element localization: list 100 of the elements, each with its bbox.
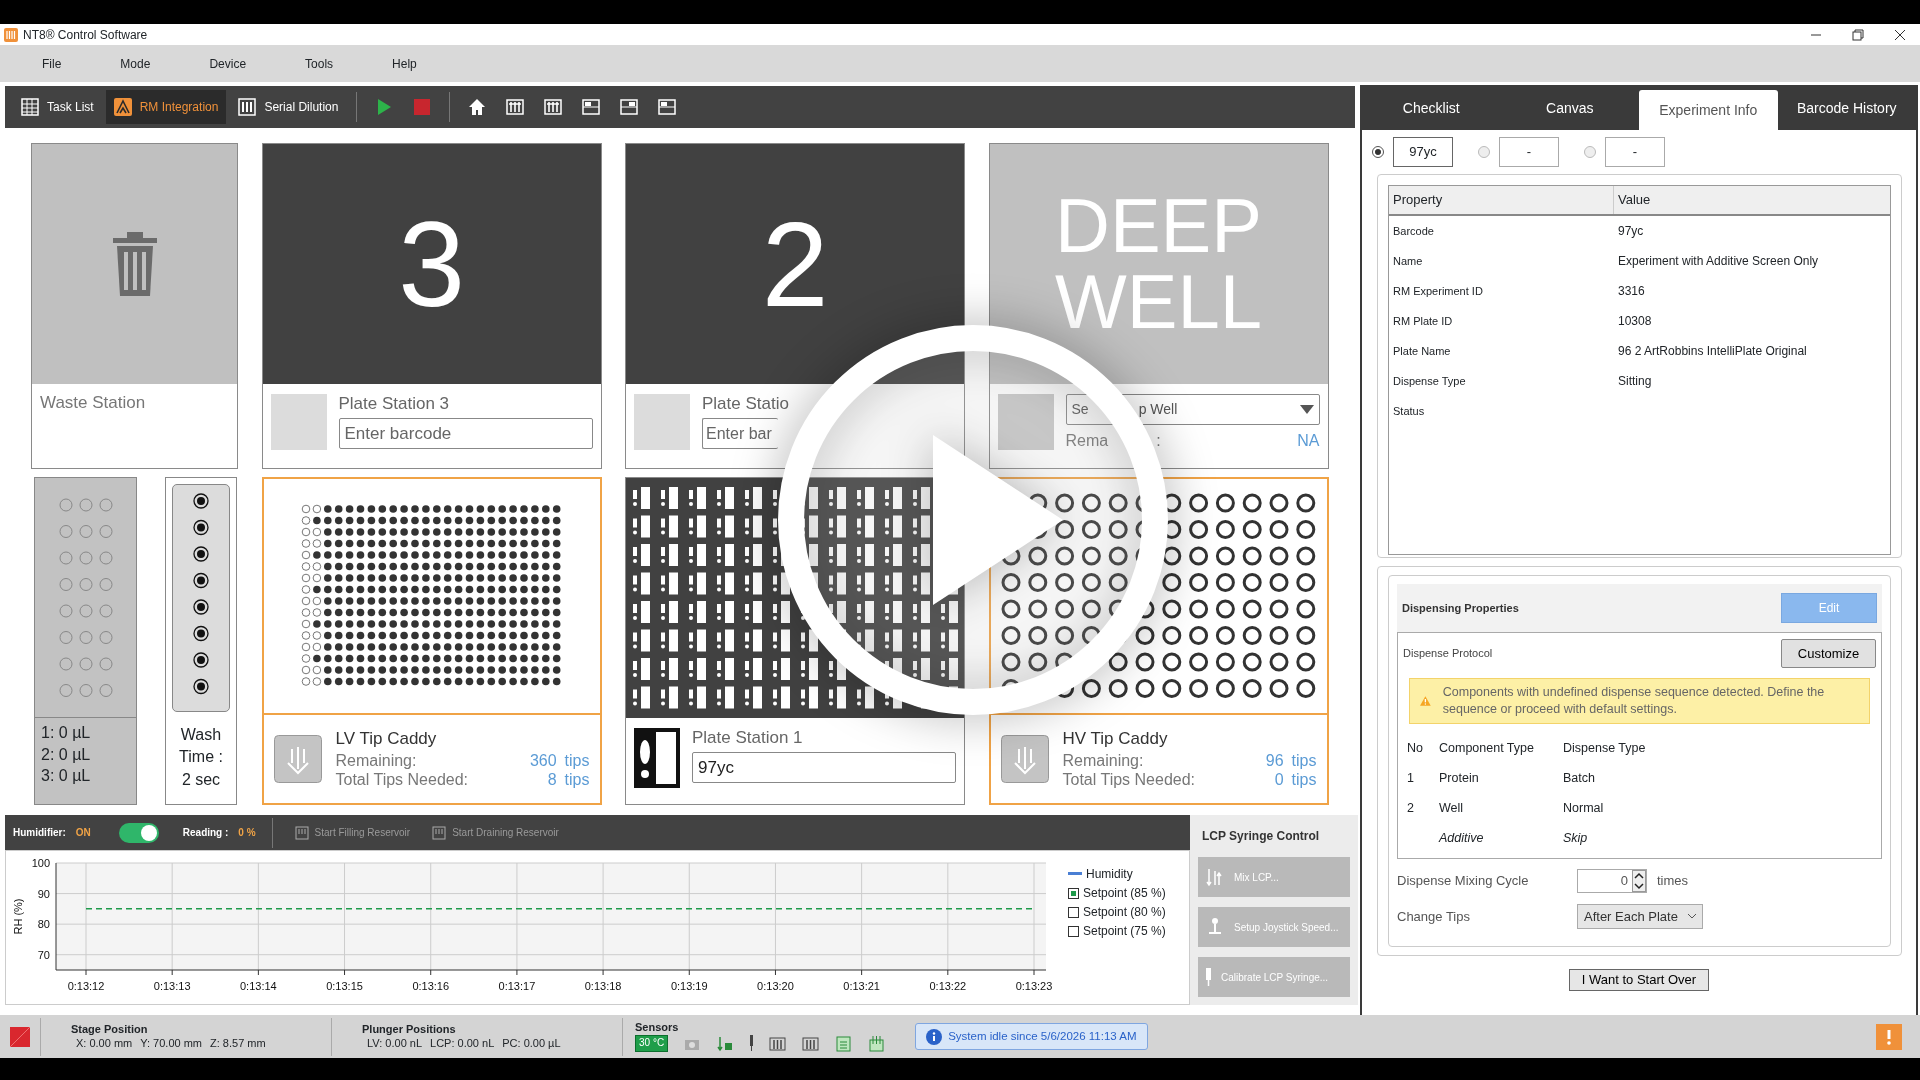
table-cell-text: Experiment with Additive Screen Only (1617, 253, 1820, 270)
status-group-title: Stage Position (71, 1022, 149, 1037)
x-tick-label: 0:13:17 (498, 980, 536, 992)
rack-icon[interactable] (544, 98, 563, 116)
syringe-arrows-icon (1206, 867, 1224, 887)
tab[interactable]: Checklist (1362, 87, 1501, 130)
section-title: Dispensing Properties (1402, 600, 1519, 616)
plate-icon[interactable] (582, 98, 601, 116)
remaining-label: : (1156, 431, 1161, 451)
humidifier-toggle[interactable] (118, 822, 159, 843)
plate-type-select[interactable]: Se p Well (1065, 394, 1320, 425)
status-group-title: Sensors (635, 1021, 680, 1035)
x-tick-label: 0:13:19 (670, 980, 708, 992)
menu-item[interactable]: Mode (108, 54, 176, 73)
x-tick-label: 0:13:12 (67, 980, 105, 992)
syringe-icon (750, 1035, 754, 1052)
app-icon (4, 27, 18, 42)
position-value: LCP: 0.00 nL (430, 1036, 495, 1051)
table-cell-text: Well (1439, 800, 1465, 818)
position-value: Y: 70.00 mm (140, 1036, 202, 1051)
spin-arrows-icon[interactable] (1632, 869, 1646, 892)
column-header: Property (1389, 186, 1614, 214)
home-icon[interactable] (468, 98, 487, 116)
y-tick-label: 70 (37, 948, 50, 961)
caddy-title: LV Tip Caddy (335, 728, 438, 749)
toolbar-tab[interactable]: RM Integration (105, 90, 227, 124)
table-cell-text: RM Experiment ID (1392, 283, 1484, 299)
status-group-title: Plunger Positions (362, 1022, 457, 1037)
syringe-icon (1206, 968, 1211, 986)
plate-barcode-field[interactable]: - (1499, 137, 1559, 167)
tips-count: 96 (1264, 751, 1284, 771)
menu-item[interactable]: Help (380, 54, 442, 73)
table-cell-text: Protein (1439, 770, 1480, 788)
station-number: 2 (761, 204, 829, 324)
humidifier-state: ON (75, 826, 91, 840)
table-cell-text: Barcode (1392, 223, 1435, 239)
table-cell-text: Status (1392, 403, 1426, 419)
table-cell-text: Name (1392, 253, 1424, 269)
menu-item[interactable]: File (30, 54, 87, 73)
triangle-logo-icon (113, 98, 132, 116)
legend-checkbox[interactable] (1068, 925, 1079, 937)
tab[interactable]: Canvas (1500, 87, 1639, 130)
y-tick-label: 90 (37, 887, 50, 900)
tab[interactable]: Barcode History (1777, 87, 1916, 130)
plate-barcode-field[interactable]: - (1605, 137, 1665, 167)
caddy-title: HV Tip Caddy (1062, 728, 1169, 749)
warning-text: Components with undefined dispense sequence detected. Define the sequence or proceed with default settings. (1442, 684, 1826, 718)
tip-eject-icon[interactable] (273, 735, 322, 783)
reservoir-reading: 1: 0 µL (41, 723, 92, 743)
x-tick-label: 0:13:18 (584, 980, 622, 992)
start-over-button[interactable]: I Want to Start Over (1568, 969, 1710, 991)
field-label: Change Tips (1397, 908, 1471, 926)
station-number: 3 (398, 204, 465, 324)
legend-checkbox[interactable] (1068, 906, 1079, 918)
customize-button[interactable]: Customize (1781, 639, 1876, 668)
table-cell-text: 97yc (1617, 223, 1645, 240)
menu-item[interactable]: Device (197, 54, 272, 73)
y-axis-label: RH (%) (12, 898, 24, 935)
table-cell-text: Dispense Type (1392, 373, 1467, 389)
position-value: Z: 8.57 mm (210, 1036, 266, 1051)
clipboard-icon (835, 1034, 853, 1052)
tray-icon (432, 825, 447, 840)
tip-rack-icon (868, 1034, 886, 1052)
tab[interactable]: Experiment Info (1639, 90, 1778, 130)
grid-icon (21, 98, 39, 116)
barcode-field[interactable]: 97yc (692, 752, 956, 784)
station-label: Waste Station (39, 392, 147, 414)
table-cell-text: Plate Name (1392, 343, 1452, 359)
barcode-field[interactable]: Enter bar (702, 418, 778, 450)
rack-icon[interactable] (506, 98, 525, 116)
change-tips-select[interactable]: After Each Plate (1577, 904, 1703, 930)
close-icon[interactable] (1894, 28, 1906, 41)
plate-radio[interactable] (1372, 146, 1384, 158)
plate-barcode-field[interactable]: 97yc (1393, 137, 1453, 167)
tip-eject-icon[interactable] (1000, 735, 1049, 783)
station-heading: DEEP WELL (1055, 188, 1262, 340)
rack-icon (769, 1034, 787, 1052)
plate-radio[interactable] (1584, 146, 1596, 158)
restore-icon[interactable] (1852, 28, 1864, 41)
plate-thumbnail (997, 394, 1054, 450)
legend-checkbox[interactable] (1068, 887, 1079, 899)
tips-count: 8 (546, 770, 557, 790)
barcode-field[interactable]: Enter barcode (338, 418, 593, 450)
reservoir-reading: 3: 0 µL (41, 766, 92, 787)
plate-radio[interactable] (1478, 146, 1490, 158)
table-cell-text: 10308 (1617, 313, 1653, 330)
plate-icon[interactable] (658, 98, 677, 116)
position-value: X: 0.00 mm (76, 1036, 133, 1051)
plate-icon[interactable] (620, 98, 639, 116)
toolbar-tab[interactable]: Task List (13, 90, 102, 124)
table-cell-text: 1 (1406, 770, 1415, 788)
position-value: PC: 0.00 µL (502, 1036, 561, 1051)
menu-item[interactable]: Tools (293, 54, 359, 73)
remaining-label: Remaining: (1062, 751, 1145, 771)
info-icon (926, 1028, 943, 1045)
status-message: System idle since 5/6/2026 11:13 AM (915, 1022, 1148, 1051)
number-spinner[interactable]: 0 (1577, 868, 1647, 893)
chevron-down-icon (1687, 914, 1696, 920)
toolbar-tab[interactable]: Serial Dilution (230, 90, 347, 124)
tips-unit: tips (564, 751, 590, 771)
